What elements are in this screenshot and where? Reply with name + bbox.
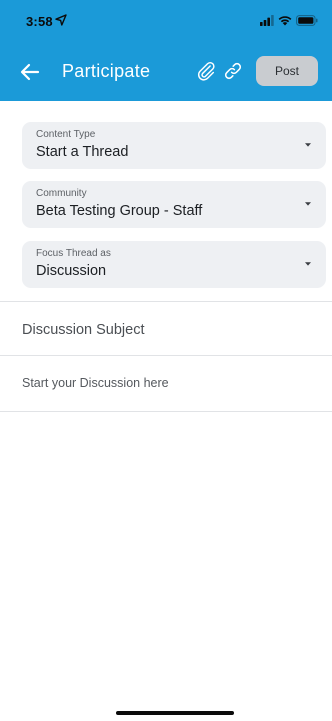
discussion-subject-input[interactable]: Discussion Subject: [0, 302, 332, 354]
back-arrow-icon[interactable]: [18, 60, 42, 84]
participate-screen: 3:58 Participate Post Content Type Start…: [0, 0, 332, 721]
caret-down-icon: [305, 202, 311, 206]
battery-icon: [296, 14, 318, 26]
discussion-body-input[interactable]: Start your Discussion here: [0, 356, 332, 410]
status-time: 3:58: [26, 14, 53, 29]
navigation-bar: Participate Post: [0, 52, 332, 92]
focus-thread-value: Discussion: [36, 263, 107, 279]
wifi-icon: [278, 15, 292, 25]
community-select[interactable]: Community Beta Testing Group - Staff: [22, 181, 326, 228]
caret-down-icon: [305, 262, 311, 266]
content-type-select[interactable]: Content Type Start a Thread: [22, 122, 326, 169]
caret-down-icon: [305, 143, 311, 147]
body-placeholder: Start your Discussion here: [22, 376, 169, 390]
content-type-label: Content Type: [36, 129, 96, 140]
status-bar: 3:58: [0, 0, 332, 34]
app-header: 3:58 Participate Post: [0, 0, 332, 101]
signal-icon: [260, 14, 274, 26]
home-indicator: [116, 711, 234, 715]
content-type-value: Start a Thread: [36, 144, 129, 160]
post-button[interactable]: Post: [256, 56, 318, 86]
location-arrow-icon: [55, 14, 67, 26]
link-icon[interactable]: [222, 60, 244, 82]
divider: [0, 411, 332, 412]
page-title: Participate: [62, 61, 151, 81]
community-value: Beta Testing Group - Staff: [36, 203, 203, 219]
paperclip-icon[interactable]: [195, 60, 217, 82]
status-icons: [260, 14, 318, 26]
subject-placeholder: Discussion Subject: [22, 322, 145, 338]
focus-thread-label: Focus Thread as: [36, 248, 111, 259]
focus-thread-select[interactable]: Focus Thread as Discussion: [22, 241, 326, 288]
community-label: Community: [36, 188, 87, 199]
